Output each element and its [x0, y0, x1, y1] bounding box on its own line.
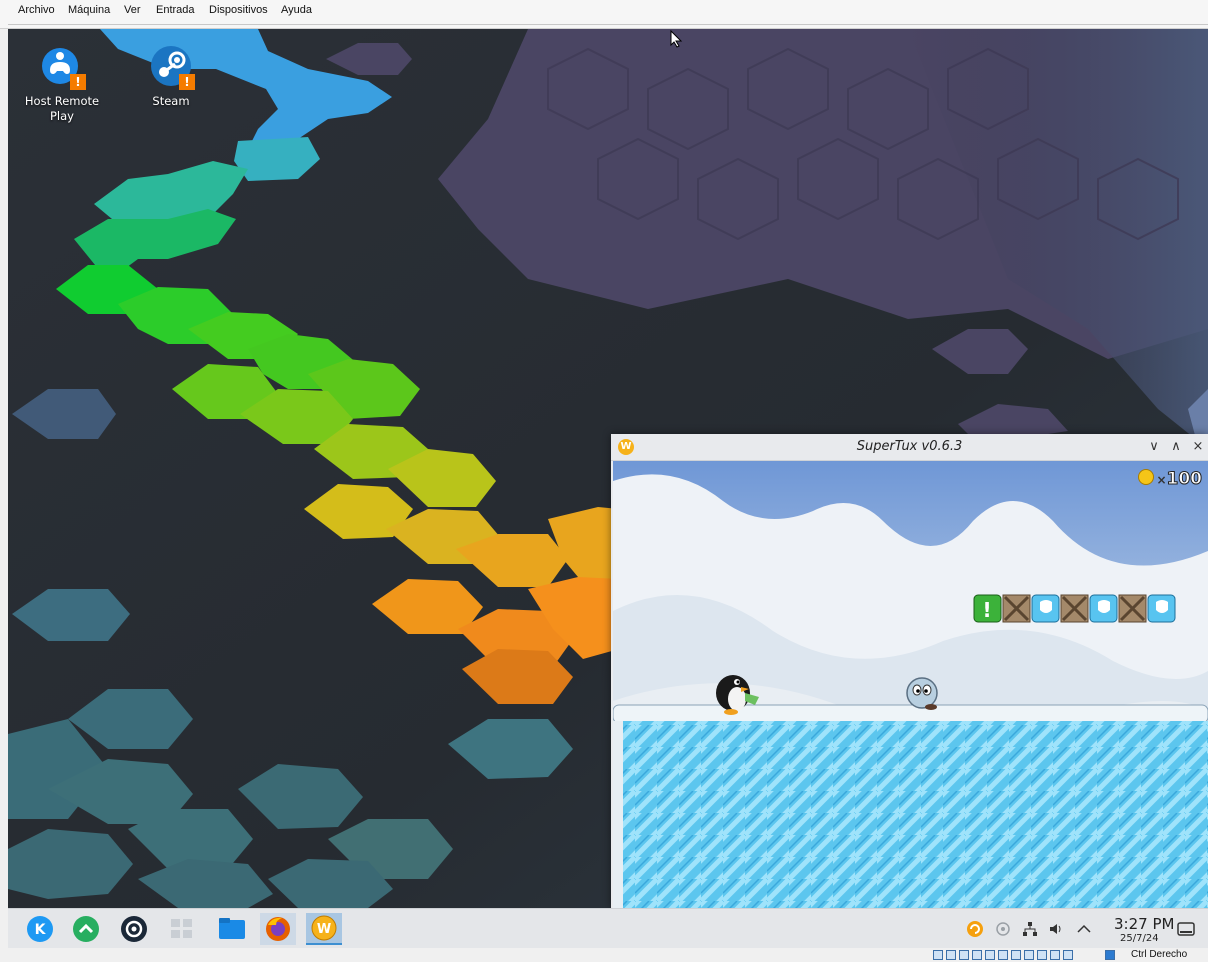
window-title: SuperTux v0.6.3	[856, 439, 963, 454]
show-desktop-icon[interactable]	[1176, 920, 1196, 938]
taskbar-supertux[interactable]: W	[306, 913, 342, 945]
clock-time[interactable]: 3:27 PM	[1114, 915, 1174, 933]
display-icon[interactable]	[1011, 950, 1021, 960]
svg-text:K: K	[35, 922, 47, 938]
volume-icon[interactable]	[1048, 921, 1064, 937]
taskbar-discover[interactable]	[68, 913, 104, 945]
desktop-icon-label: Host Remote Play	[24, 94, 100, 123]
gamepad-icon: !	[40, 44, 86, 90]
window-titlebar[interactable]: W SuperTux v0.6.3 ∨ ∧ ×	[611, 434, 1208, 461]
vbox-statusbar: Ctrl Derecho	[0, 948, 1208, 962]
taskbar-firefox[interactable]	[260, 913, 296, 945]
game-scene: !	[613, 461, 1208, 908]
supertux-window[interactable]: W SuperTux v0.6.3 ∨ ∧ × ! ×100	[611, 434, 1208, 908]
desktop-icon-label: Steam	[152, 94, 190, 108]
maximize-button[interactable]: ∧	[1167, 438, 1185, 456]
host-key-icon	[1105, 950, 1115, 960]
keyboard-icon[interactable]	[1063, 950, 1073, 960]
minimize-button[interactable]: ∨	[1145, 438, 1163, 456]
taskbar: K W 3:27 PM 25/7/24	[8, 908, 1208, 949]
coin-icon	[1138, 469, 1155, 485]
steam-icon: !	[149, 44, 195, 90]
folder-icon	[219, 918, 245, 939]
supertux-icon: W	[311, 915, 337, 941]
vbox-menubar: Archivo Máquina Ver Entrada Dispositivos…	[0, 0, 1208, 29]
media-icon[interactable]	[996, 922, 1010, 936]
taskbar-app-launcher[interactable]: K	[22, 913, 58, 945]
virtual-desktops-icon	[171, 919, 192, 938]
desktop-icon-host-remote-play[interactable]: ! Host Remote Play	[14, 44, 110, 124]
hdd-icon[interactable]	[933, 950, 943, 960]
clock-date[interactable]: 25/7/24	[1120, 933, 1159, 944]
svg-text:!: !	[982, 598, 991, 622]
recording-icon[interactable]	[1024, 950, 1034, 960]
host-key-label: Ctrl Derecho	[1131, 949, 1188, 960]
game-viewport[interactable]: ! ×100	[613, 461, 1208, 908]
taskbar-steam[interactable]	[116, 913, 152, 945]
desktop-icon-steam[interactable]: ! Steam	[123, 44, 219, 109]
svg-text:W: W	[317, 922, 331, 937]
coin-counter: ×100	[1138, 469, 1202, 490]
firefox-icon	[266, 917, 290, 941]
usb-icon[interactable]	[985, 950, 995, 960]
network-icon[interactable]	[1022, 921, 1038, 937]
coin-multiplier: ×	[1156, 473, 1167, 487]
warning-badge: !	[179, 74, 195, 90]
steam-icon	[121, 916, 147, 942]
discover-icon	[73, 916, 99, 942]
mouse-integration-icon[interactable]	[1050, 950, 1060, 960]
menubar-divider	[8, 24, 1208, 25]
taskbar-dolphin[interactable]	[214, 913, 250, 945]
update-icon[interactable]	[966, 920, 984, 938]
network-status-icon[interactable]	[972, 950, 982, 960]
warning-badge: !	[70, 74, 86, 90]
cpu-icon[interactable]	[1037, 950, 1047, 960]
optical-icon[interactable]	[946, 950, 956, 960]
shared-folders-icon[interactable]	[998, 950, 1008, 960]
close-button[interactable]: ×	[1189, 438, 1207, 456]
audio-icon[interactable]	[959, 950, 969, 960]
chevron-up-icon[interactable]	[1076, 922, 1092, 936]
taskbar-virtual-desktops[interactable]	[164, 913, 200, 945]
coin-count: 100	[1166, 469, 1202, 490]
mouse-cursor-icon	[670, 29, 684, 52]
kde-icon: K	[27, 916, 53, 942]
